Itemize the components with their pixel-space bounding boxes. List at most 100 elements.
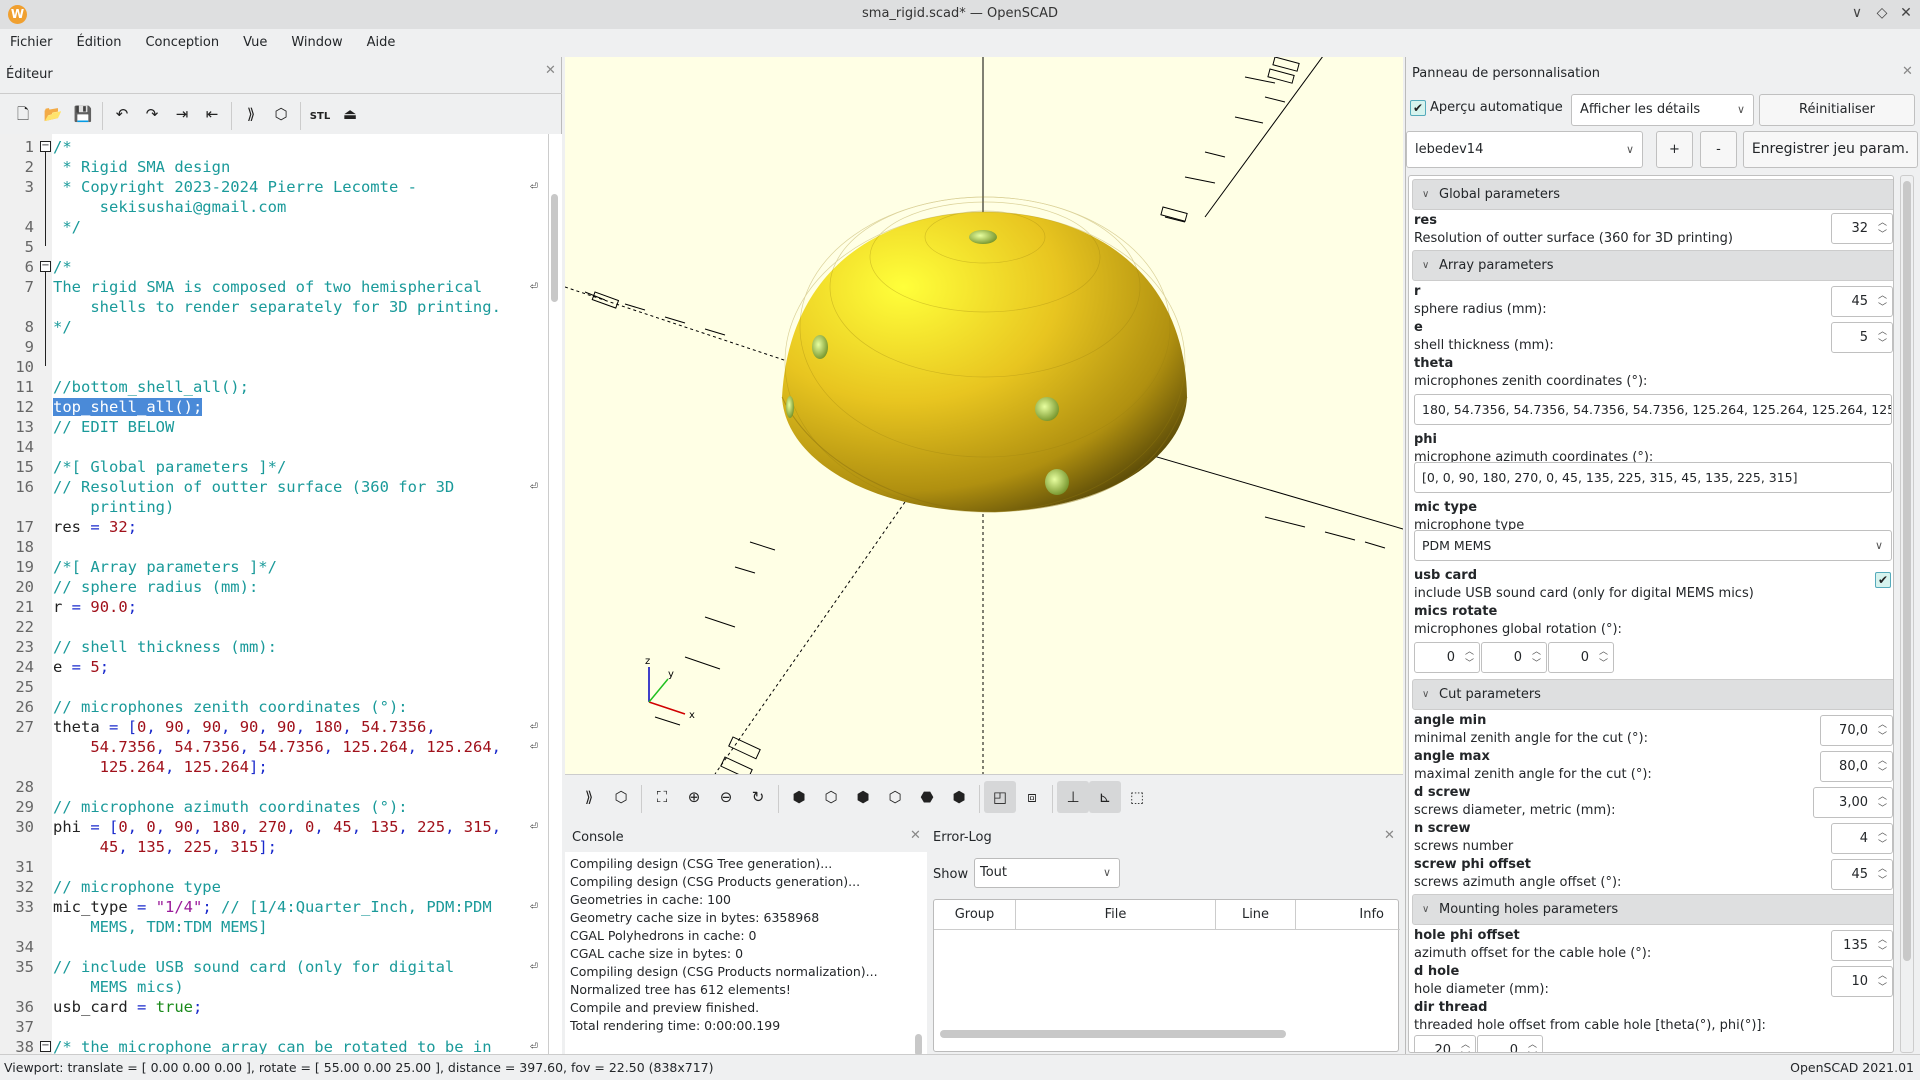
undo-button[interactable]: ↶ <box>107 99 137 129</box>
param-mics-rotate-y[interactable]: 0 ︿ ﹀ <box>1481 642 1547 673</box>
customizer-scrollbar-thumb[interactable] <box>1903 181 1911 961</box>
column-line[interactable]: Line <box>1216 900 1296 930</box>
code-editor[interactable]: 1/* −2 * Rigid SMA design 3 * Copyright 20… <box>0 134 548 1054</box>
editor-scrollbar-thumb[interactable] <box>551 194 558 302</box>
error-log-close-icon[interactable]: ✕ <box>1384 828 1395 843</box>
indent-button[interactable]: ⇥ <box>167 99 197 129</box>
spin-arrows-icon[interactable]: ︿﹀ <box>1878 827 1887 851</box>
param-r-spinbox[interactable]: 45 ︿ ﹀ <box>1831 286 1893 317</box>
param-mic-type-select[interactable]: PDM MEMS ∨ <box>1414 530 1892 561</box>
reset-button[interactable]: Réinitialiser <box>1759 94 1915 126</box>
zoom-in-button[interactable]: ⊕ <box>678 781 710 813</box>
spin-arrows-icon[interactable]: ︿﹀ <box>1878 217 1887 241</box>
view-bottom-button[interactable]: ⬢ <box>847 781 879 813</box>
show-axes-button[interactable]: ⊥ <box>1057 781 1089 813</box>
show-filter-select[interactable]: Tout ∨ <box>974 858 1120 888</box>
spin-arrows-icon[interactable]: ︿﹀ <box>1465 646 1474 670</box>
console-scrollbar-thumb[interactable] <box>915 1034 922 1056</box>
view-all-button[interactable]: ⛶ <box>646 781 678 813</box>
orthogonal-button[interactable]: ⧈ <box>1016 781 1048 813</box>
menu-edition[interactable]: Édition <box>65 29 134 57</box>
param-angle-max-spinbox[interactable]: 80,0 ︿ ﹀ <box>1820 751 1893 782</box>
spin-arrows-icon[interactable]: ︿﹀ <box>1878 290 1887 314</box>
add-preset-button[interactable]: + <box>1656 131 1693 168</box>
param-phi-input[interactable]: [0, 0, 90, 180, 270, 0, 45, 135, 225, 31… <box>1414 462 1892 493</box>
spin-arrows-icon[interactable]: ︿﹀ <box>1878 934 1887 958</box>
view-front-button[interactable]: ⬣ <box>911 781 943 813</box>
param-angle-min-spinbox[interactable]: 70,0 ︿ ﹀ <box>1820 715 1893 746</box>
group-cut-parameters[interactable]: ∨ Cut parameters <box>1412 679 1893 710</box>
perspective-button[interactable]: ◰ <box>984 781 1016 813</box>
zoom-out-button[interactable]: ⊖ <box>710 781 742 813</box>
new-file-button[interactable]: 🗋 <box>8 99 38 129</box>
param-d-screw-spinbox[interactable]: 3,00 ︿ ﹀ <box>1813 787 1893 818</box>
spin-arrows-icon[interactable]: ︿﹀ <box>1528 1039 1537 1052</box>
param-dir-thread-theta[interactable]: 20 ︿﹀ <box>1414 1035 1476 1052</box>
render-button[interactable]: ⬡ <box>266 99 296 129</box>
fold-toggle-icon[interactable]: − <box>40 1041 51 1052</box>
menu-fichier[interactable]: Fichier <box>0 29 65 57</box>
view-back-button[interactable]: ⬢ <box>943 781 975 813</box>
send-to-print-button[interactable]: ⏏ <box>335 99 365 129</box>
param-res-spinbox[interactable]: 32 ︿ ﹀ <box>1831 213 1893 244</box>
menu-conception[interactable]: Conception <box>133 29 231 57</box>
param-n-screw-spinbox[interactable]: 4 ︿ ﹀ <box>1831 823 1893 854</box>
view-top-button[interactable]: ⬡ <box>815 781 847 813</box>
show-scale-markers-button[interactable]: ⊾ <box>1089 781 1121 813</box>
column-group[interactable]: Group <box>934 900 1016 930</box>
minimize-button[interactable]: ∨ <box>1848 5 1866 21</box>
fold-toggle-icon[interactable]: − <box>40 141 51 152</box>
reset-view-button[interactable]: ↻ <box>742 781 774 813</box>
spin-arrows-icon[interactable]: ︿﹀ <box>1878 755 1887 779</box>
details-select[interactable]: Afficher les détails ∨ <box>1571 94 1754 126</box>
param-d-hole-spinbox[interactable]: 10 ︿ ﹀ <box>1831 966 1893 997</box>
save-preset-button[interactable]: Enregistrer jeu param. <box>1743 131 1918 168</box>
column-info[interactable]: Info <box>1296 900 1400 930</box>
param-hole-phi-offset-spinbox[interactable]: 135 ︿ ﹀ <box>1831 930 1893 961</box>
spin-arrows-icon[interactable]: ︿﹀ <box>1878 326 1887 350</box>
customizer-close-icon[interactable]: ✕ <box>1902 64 1913 79</box>
maximize-button[interactable]: ◇ <box>1873 5 1891 21</box>
param-usb-card-checkbox[interactable]: ✔ <box>1875 572 1891 588</box>
render-button[interactable]: ⬡ <box>605 781 637 813</box>
param-e-spinbox[interactable]: 5 ︿ ﹀ <box>1831 322 1893 353</box>
save-file-button[interactable]: 💾 <box>68 99 98 129</box>
console-close-icon[interactable]: ✕ <box>910 828 921 843</box>
error-log-hscrollbar[interactable] <box>940 1030 1286 1038</box>
spin-arrows-icon[interactable]: ︿﹀ <box>1599 646 1608 670</box>
auto-preview-checkbox[interactable]: ✔ <box>1410 100 1426 116</box>
group-array-parameters[interactable]: ∨ Array parameters <box>1412 250 1893 281</box>
redo-button[interactable]: ↷ <box>137 99 167 129</box>
fold-toggle-icon[interactable]: − <box>40 261 51 272</box>
view-right-button[interactable]: ⬢ <box>783 781 815 813</box>
column-file[interactable]: File <box>1016 900 1216 930</box>
param-mics-rotate-z[interactable]: 0 ︿ ﹀ <box>1548 642 1614 673</box>
spin-arrows-icon[interactable]: ︿﹀ <box>1461 1039 1470 1052</box>
spin-arrows-icon[interactable]: ︿﹀ <box>1878 863 1887 887</box>
preset-select[interactable]: lebedev14 ∨ <box>1406 131 1643 168</box>
menu-vue[interactable]: Vue <box>231 29 279 57</box>
group-mounting-holes-parameters[interactable]: ∨ Mounting holes parameters <box>1412 894 1893 925</box>
spin-arrows-icon[interactable]: ︿﹀ <box>1878 791 1887 815</box>
export-stl-button[interactable]: STL <box>305 99 335 129</box>
unindent-button[interactable]: ⇤ <box>197 99 227 129</box>
close-window-button[interactable]: ✕ <box>1897 5 1915 21</box>
show-edges-button[interactable]: ⬚ <box>1121 781 1153 813</box>
menu-aide[interactable]: Aide <box>355 29 408 57</box>
open-file-button[interactable]: 📂 <box>38 99 68 129</box>
param-dir-thread-phi[interactable]: 0 ︿﹀ <box>1477 1035 1543 1052</box>
param-screw-phi-offset-spinbox[interactable]: 45 ︿ ﹀ <box>1831 859 1893 890</box>
menu-window[interactable]: Window <box>279 29 354 57</box>
preview-button[interactable]: ⟫ <box>236 99 266 129</box>
param-theta-input[interactable]: 180, 54.7356, 54.7356, 54.7356, 54.7356,… <box>1414 394 1892 425</box>
group-global-parameters[interactable]: ∨ Global parameters <box>1412 179 1893 210</box>
remove-preset-button[interactable]: - <box>1700 131 1737 168</box>
spin-arrows-icon[interactable]: ︿﹀ <box>1532 646 1541 670</box>
param-mics-rotate-x[interactable]: 0 ︿ ﹀ <box>1414 642 1480 673</box>
spin-arrows-icon[interactable]: ︿﹀ <box>1878 719 1887 743</box>
view-left-button[interactable]: ⬡ <box>879 781 911 813</box>
spin-arrows-icon[interactable]: ︿﹀ <box>1878 970 1887 994</box>
preview-button[interactable]: ⟫ <box>573 781 605 813</box>
3d-viewport[interactable]: z y x <box>565 57 1403 774</box>
editor-close-icon[interactable]: ✕ <box>545 63 556 78</box>
